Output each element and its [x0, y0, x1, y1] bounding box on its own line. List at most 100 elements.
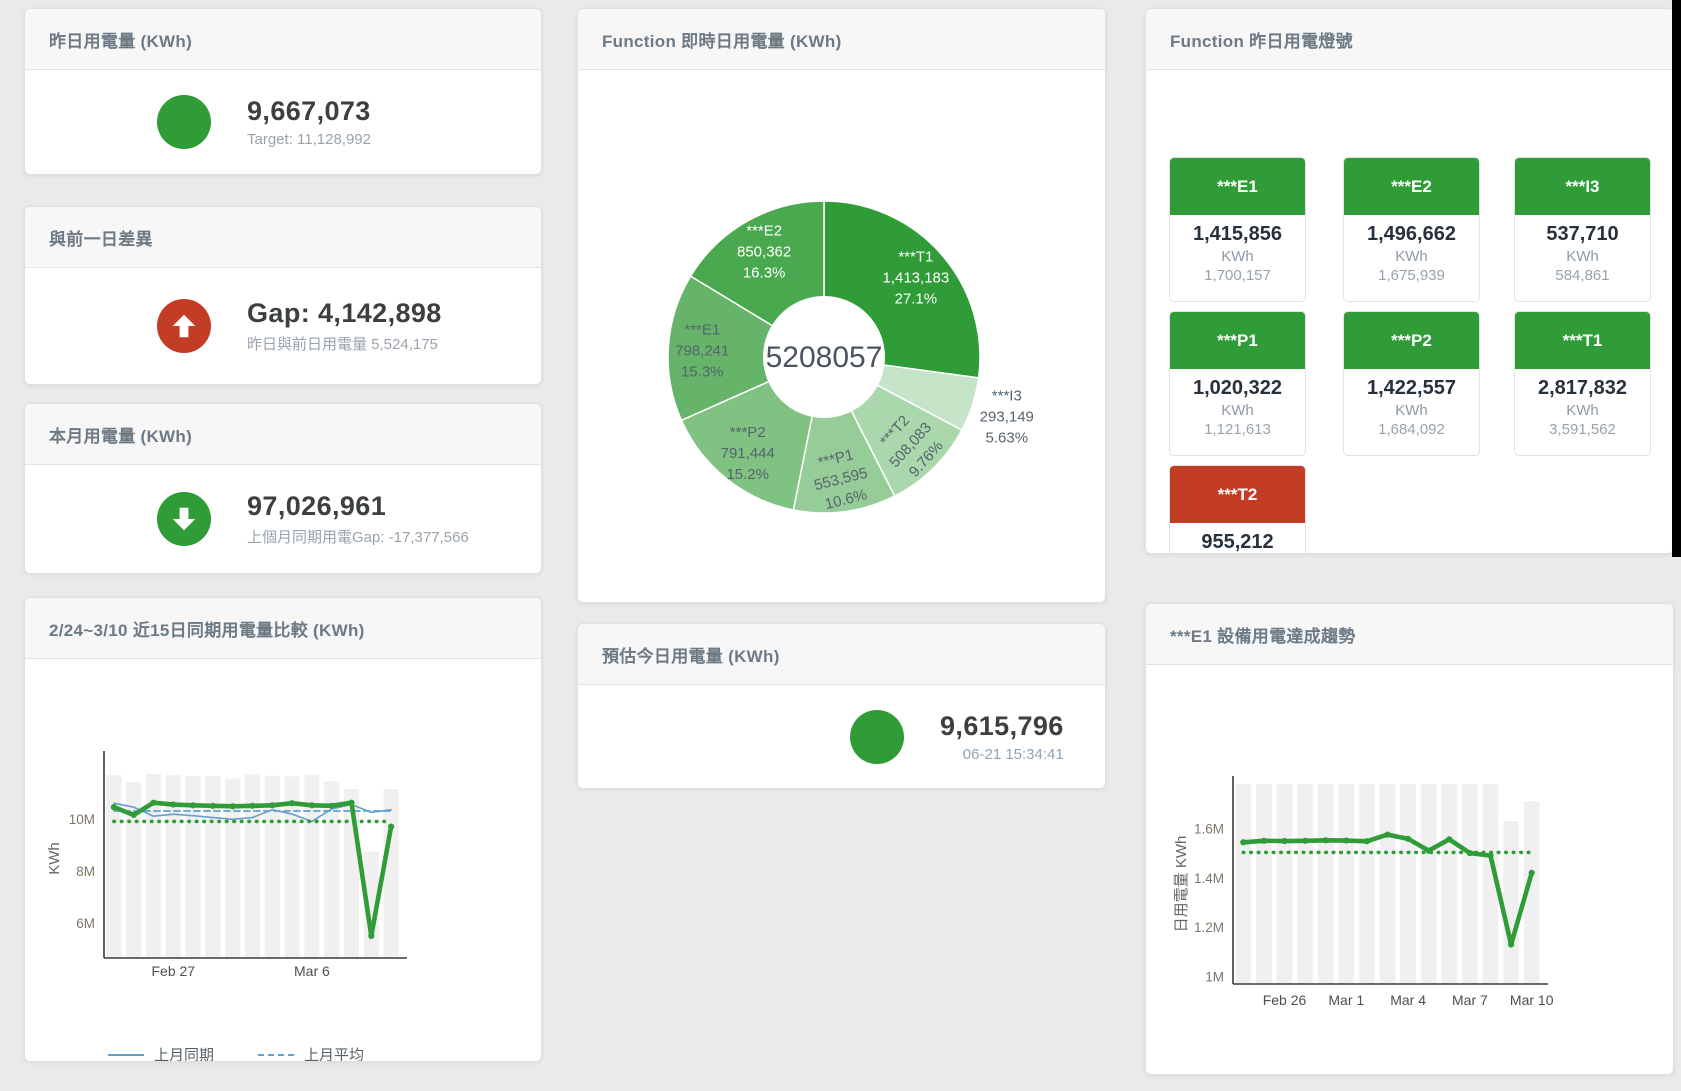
- light-tile-t1: ***T1 2,817,832KWh3,591,562: [1514, 311, 1651, 456]
- tile-value: 537,710: [1515, 223, 1650, 246]
- svg-text:6M: 6M: [76, 916, 95, 931]
- tile-unit: KWh: [1170, 402, 1305, 419]
- tile-target: 584,861: [1515, 267, 1650, 284]
- svg-text:Mar 6: Mar 6: [294, 963, 330, 979]
- svg-text:293,149: 293,149: [980, 409, 1034, 426]
- light-tile-e2: ***E2 1,496,662KWh1,675,939: [1343, 157, 1480, 302]
- svg-text:15.2%: 15.2%: [726, 466, 769, 483]
- tile-header: ***E2: [1344, 158, 1479, 215]
- svg-text:Mar 4: Mar 4: [1390, 992, 1426, 1008]
- tile-target: 3,591,562: [1515, 421, 1650, 438]
- card-yesterday-usage: 昨日用電量 (KWh) 9,667,073 Target: 11,128,992: [24, 8, 542, 175]
- chart-legend: 本月近15日 本月平均 Target: [1239, 1071, 1659, 1075]
- svg-text:8M: 8M: [76, 864, 95, 879]
- card-function-lights: Function 昨日用電燈號 ***E1 1,415,856 KWh 1,700,…: [1145, 8, 1674, 554]
- stat-value: 97,026,961: [247, 491, 469, 522]
- card-15day-compare-chart: 2/24~3/10 近15日同期用電量比較 (KWh) 6M8M10MKWhFe…: [24, 597, 542, 1062]
- light-tile-t2: ***T2 955,212KWh762,358: [1169, 465, 1306, 554]
- svg-text:Mar 1: Mar 1: [1328, 992, 1364, 1008]
- svg-text:***E2: ***E2: [746, 223, 782, 240]
- function-usage-donut-chart: 5208057 ***T1 1,413,183 27.1% ***I3 293,149 5.…: [578, 70, 1105, 602]
- svg-text:日用電量 KWh: 日用電量 KWh: [1173, 836, 1190, 933]
- tile-value: 1,496,662: [1344, 223, 1479, 246]
- svg-text:5.63%: 5.63%: [986, 430, 1029, 447]
- svg-text:KWh: KWh: [46, 842, 63, 875]
- svg-text:1.4M: 1.4M: [1194, 871, 1224, 886]
- card-header: 2/24~3/10 近15日同期用電量比較 (KWh): [25, 598, 541, 659]
- card-header: Function 昨日用電燈號: [1146, 9, 1673, 70]
- stat-sub-label: 昨日與前日用電量 5,524,175: [247, 333, 442, 354]
- tile-header: ***E1: [1170, 158, 1305, 215]
- svg-text:5208057: 5208057: [766, 341, 883, 374]
- tile-unit: KWh: [1344, 402, 1479, 419]
- card-header: Function 即時日用電量 (KWh): [578, 9, 1105, 70]
- tile-value: 955,212: [1170, 531, 1305, 554]
- arrow-down-icon: [157, 492, 211, 546]
- svg-text:***I3: ***I3: [992, 388, 1022, 405]
- svg-text:850,362: 850,362: [737, 244, 791, 261]
- light-tile-p2: ***P2 1,422,557KWh1,684,092: [1343, 311, 1480, 456]
- legend-label: 上月平均: [304, 1044, 364, 1062]
- card-header: ***E1 設備用電達成趨勢: [1146, 604, 1673, 665]
- stat-value: Gap: 4,142,898: [247, 298, 442, 329]
- e1-trend-line-chart: 1M1.2M1.4M1.6M日用電量 KWhFeb 26Mar 1Mar 4Ma…: [1146, 667, 1673, 1017]
- legend-item-last-month[interactable]: 上月同期: [108, 1044, 258, 1062]
- tile-target: 1,121,613: [1170, 421, 1305, 438]
- status-circle-icon: [157, 95, 211, 149]
- tile-unit: KWh: [1344, 248, 1479, 265]
- legend-item-this-month[interactable]: 本月近15日: [1239, 1072, 1389, 1075]
- stat-target-label: Target: 11,128,992: [247, 131, 371, 148]
- compare-line-chart: 6M8M10MKWhFeb 27Mar 6: [25, 661, 541, 991]
- tile-value: 1,422,557: [1344, 377, 1479, 400]
- stat-sub-label: 上個月同期用電Gap: -17,377,566: [247, 526, 469, 547]
- svg-text:1,413,183: 1,413,183: [882, 270, 949, 287]
- tile-header: ***P1: [1170, 312, 1305, 369]
- svg-text:1.2M: 1.2M: [1194, 920, 1224, 935]
- tile-unit: KWh: [1515, 248, 1650, 265]
- chart-legend: 上月同期 上月平均 本月近15日 本月平均 Target: [108, 1043, 528, 1062]
- tile-unit: KWh: [1170, 248, 1305, 265]
- card-header: 預估今日用電量 (KWh): [578, 624, 1105, 685]
- card-header: 昨日用電量 (KWh): [25, 9, 541, 70]
- svg-text:10M: 10M: [69, 812, 95, 827]
- stat-timestamp: 06-21 15:34:41: [963, 746, 1064, 763]
- svg-text:27.1%: 27.1%: [895, 291, 938, 308]
- card-month-usage: 本月用電量 (KWh) 97,026,961 上個月同期用電Gap: -17,3…: [24, 403, 542, 574]
- svg-text:791,444: 791,444: [721, 445, 775, 462]
- svg-text:Feb 26: Feb 26: [1263, 992, 1307, 1008]
- svg-text:Mar 10: Mar 10: [1510, 992, 1554, 1008]
- svg-text:16.3%: 16.3%: [743, 265, 786, 282]
- legend-label: 本月平均: [1435, 1072, 1495, 1075]
- tile-value: 1,415,856: [1170, 223, 1305, 246]
- card-title: 與前一日差異: [49, 225, 153, 250]
- stat-value: 9,615,796: [940, 711, 1064, 742]
- viewport-edge: [1672, 0, 1681, 557]
- status-circle-icon: [850, 710, 904, 764]
- legend-item-this-month-avg[interactable]: 本月平均: [1389, 1072, 1539, 1075]
- legend-label: 上月同期: [154, 1044, 214, 1062]
- blue-line-swatch-icon: [108, 1054, 144, 1056]
- light-tile-i3: ***I3 537,710KWh584,861: [1514, 157, 1651, 302]
- svg-text:798,241: 798,241: [675, 342, 729, 359]
- svg-text:Mar 7: Mar 7: [1452, 992, 1488, 1008]
- light-tile-e1: ***E1 1,415,856 KWh 1,700,157: [1169, 157, 1306, 302]
- card-e1-trend-chart: ***E1 設備用電達成趨勢 1M1.2M1.4M1.6M日用電量 KWhFeb…: [1145, 603, 1674, 1075]
- light-tile-p1: ***P1 1,020,322 KWh 1,121,613: [1169, 311, 1306, 456]
- card-function-realtime-donut: Function 即時日用電量 (KWh) 5208057 ***T1 1,413,…: [577, 8, 1106, 603]
- svg-text:15.3%: 15.3%: [681, 363, 724, 380]
- tile-value: 2,817,832: [1515, 377, 1650, 400]
- svg-text:***T1: ***T1: [898, 249, 933, 266]
- svg-text:***E1: ***E1: [684, 321, 720, 338]
- card-title: 預估今日用電量 (KWh): [602, 642, 780, 667]
- tile-value: 1,020,322: [1170, 377, 1305, 400]
- svg-text:***P2: ***P2: [730, 424, 766, 441]
- arrow-up-icon: [157, 299, 211, 353]
- legend-label: 本月近15日: [1285, 1072, 1362, 1075]
- tile-target: 1,700,157: [1170, 267, 1305, 284]
- card-header: 本月用電量 (KWh): [25, 404, 541, 465]
- card-header: 與前一日差異: [25, 207, 541, 268]
- tile-header: ***T2: [1170, 466, 1305, 523]
- tile-header: ***T1: [1515, 312, 1650, 369]
- legend-item-last-month-avg[interactable]: 上月平均: [258, 1044, 408, 1062]
- card-estimate-today: 預估今日用電量 (KWh) 9,615,796 06-21 15:34:41: [577, 623, 1106, 789]
